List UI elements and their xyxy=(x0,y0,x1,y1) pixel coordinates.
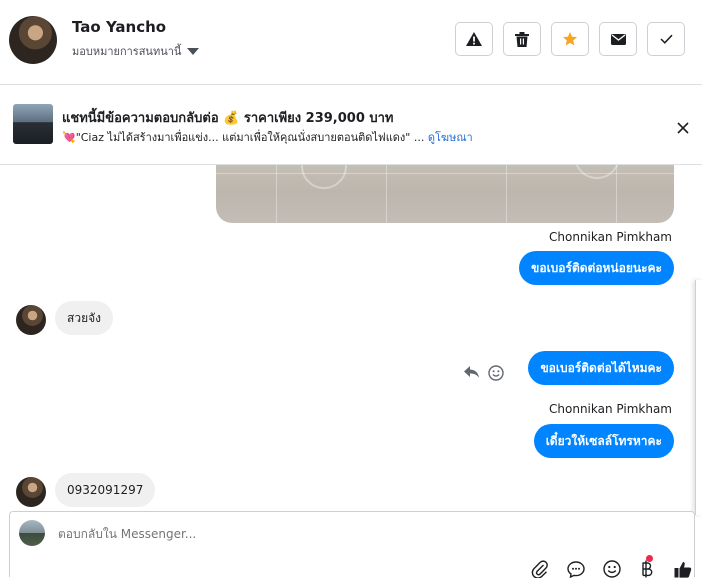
reply-icon[interactable] xyxy=(463,365,480,379)
caret-down-icon xyxy=(187,48,200,55)
payment-button[interactable] xyxy=(637,560,657,578)
contact-avatar[interactable] xyxy=(9,16,57,64)
delete-button[interactable] xyxy=(503,22,541,56)
check-icon xyxy=(659,34,673,44)
done-button[interactable] xyxy=(647,22,685,56)
baht-icon xyxy=(642,560,653,578)
speech-bubble-icon xyxy=(567,560,585,578)
ad-title: แชทนี้มีข้อความตอบกลับต่อ 💰 ราคาเพียง 23… xyxy=(62,111,394,126)
sender-name: Chonnikan Pimkham xyxy=(549,230,672,244)
attach-file-button[interactable] xyxy=(530,560,550,578)
incoming-message[interactable]: 0932091297 xyxy=(55,473,156,507)
side-panel-edge[interactable] xyxy=(695,280,702,515)
ad-context-bar: แชทนี้มีข้อความตอบกลับต่อ 💰 ราคาเพียง 23… xyxy=(0,85,702,165)
view-ad-link[interactable]: ดูโฆษณา xyxy=(428,131,473,144)
assign-conversation-dropdown[interactable]: มอบหมายการสนทนานี้ xyxy=(72,42,200,60)
thumbs-up-icon xyxy=(674,561,692,578)
envelope-icon xyxy=(610,33,626,45)
star-icon xyxy=(563,32,577,46)
page-avatar xyxy=(19,520,45,546)
like-button[interactable] xyxy=(673,560,693,578)
trash-icon xyxy=(515,31,529,47)
saved-replies-button[interactable] xyxy=(566,560,586,578)
sender-name: Chonnikan Pimkham xyxy=(549,402,672,416)
outgoing-message[interactable]: ขอเบอร์ติดต่อได้ไหมคะ xyxy=(528,351,674,385)
emoji-button[interactable] xyxy=(602,560,622,578)
outgoing-message[interactable]: ขอเบอร์ติดต่อหน่อยนะคะ xyxy=(519,251,674,285)
contact-name[interactable]: Tao Yancho xyxy=(72,18,166,36)
reply-composer xyxy=(9,511,695,577)
shared-photo[interactable] xyxy=(216,165,674,223)
star-button[interactable] xyxy=(551,22,589,56)
reply-input[interactable] xyxy=(58,527,458,541)
message-thread[interactable]: Chonnikan Pimkham ขอเบอร์ติดต่อหน่อยนะคะ… xyxy=(0,165,702,510)
message-actions xyxy=(463,365,504,381)
paperclip-icon xyxy=(531,560,548,578)
ad-thumbnail[interactable] xyxy=(13,104,53,144)
incoming-message[interactable]: สวยจัง xyxy=(55,301,113,335)
warning-icon xyxy=(466,32,482,46)
conversation-header: Tao Yancho มอบหมายการสนทนานี้ xyxy=(0,0,702,85)
smiley-icon xyxy=(603,560,621,578)
reaction-smiley-icon[interactable] xyxy=(488,365,504,381)
contact-avatar-small[interactable] xyxy=(16,477,46,507)
notification-dot xyxy=(646,555,653,562)
close-icon xyxy=(677,122,689,134)
close-ad-button[interactable] xyxy=(672,117,694,139)
outgoing-message[interactable]: เดี๋ยวให้เซลล์โทรหาคะ xyxy=(533,424,674,458)
assign-label: มอบหมายการสนทนานี้ xyxy=(72,45,182,58)
ad-subtitle: 💘"Ciaz ไม่ได้สร้างมาเพื่อแข่ง... แต่มาเพ… xyxy=(62,128,473,146)
spam-button[interactable] xyxy=(455,22,493,56)
contact-avatar-small[interactable] xyxy=(16,305,46,335)
mark-unread-button[interactable] xyxy=(599,22,637,56)
ad-subtitle-text: 💘"Ciaz ไม่ได้สร้างมาเพื่อแข่ง... แต่มาเพ… xyxy=(62,131,425,144)
